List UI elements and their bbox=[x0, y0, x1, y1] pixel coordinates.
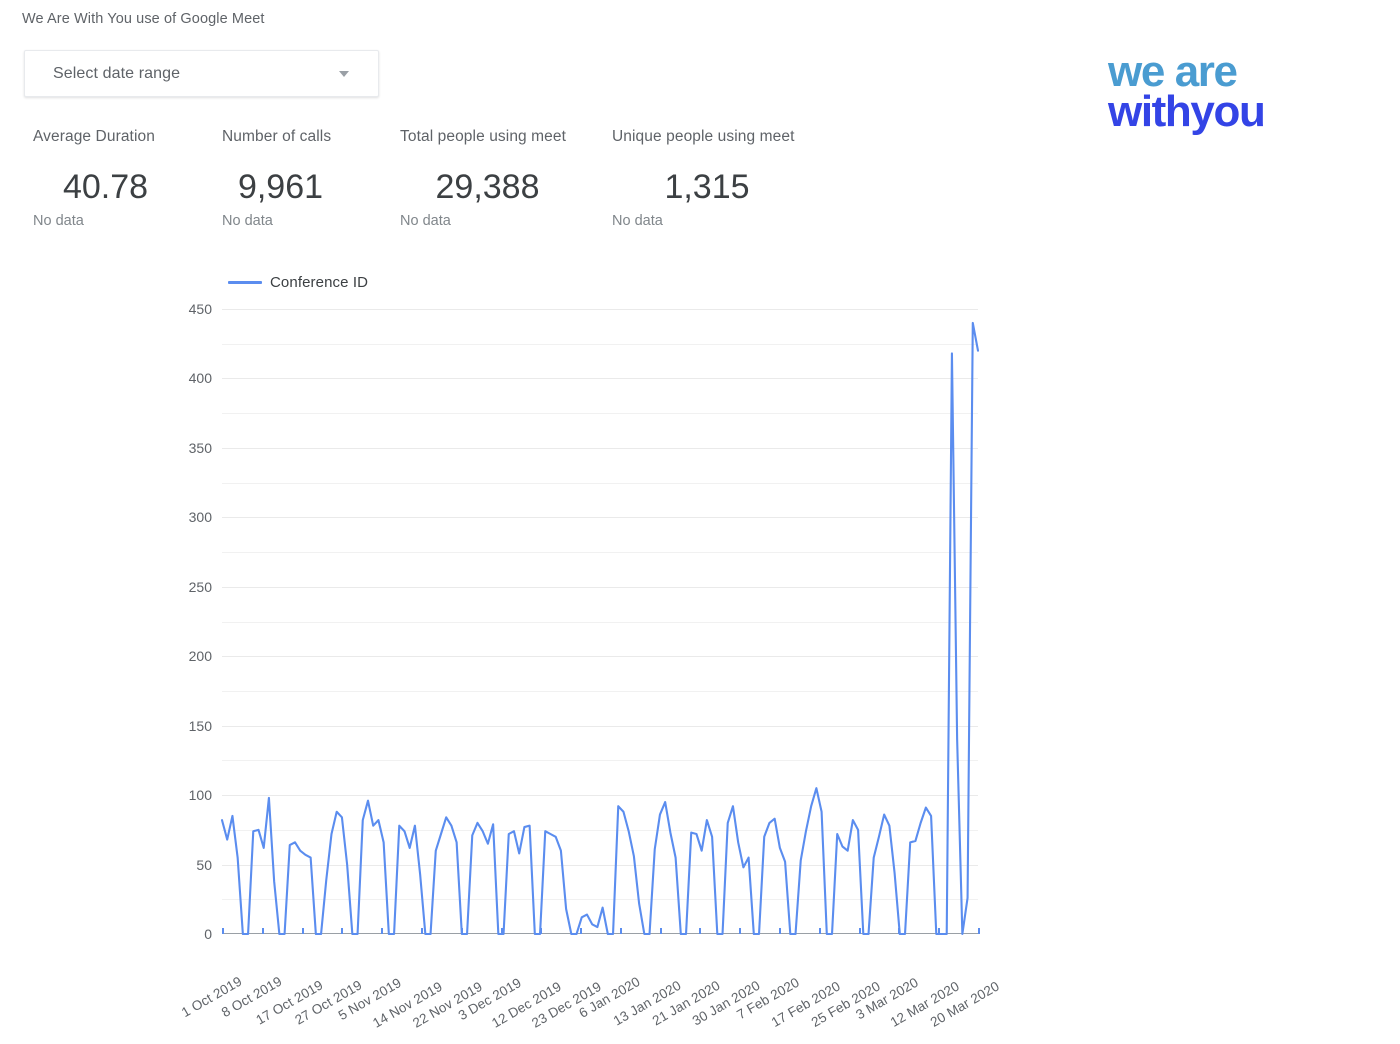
y-axis-tick-label: 200 bbox=[188, 648, 212, 665]
scorecard: Total people using meet 29,388 No data bbox=[400, 128, 575, 230]
scorecard-title: Total people using meet bbox=[400, 128, 567, 145]
logo-line-two: withyou bbox=[1108, 90, 1266, 134]
scorecard-value: 1,315 bbox=[664, 168, 750, 206]
series-line bbox=[220, 321, 980, 936]
time-series-chart: Conference ID 0 50 100 150 200 250 300 350 400 45… bbox=[0, 262, 1002, 1031]
scorecard-value: 40.78 bbox=[62, 168, 149, 206]
chart-plot-area: 0 50 100 150 200 250 300 350 400 450 bbox=[189, 301, 980, 942]
scorecard: Average Duration 40.78 No data bbox=[33, 128, 178, 230]
y-axis-tick-label: 350 bbox=[188, 439, 212, 456]
legend-swatch-conference-id bbox=[228, 281, 262, 284]
x-axis-labels: 1 Oct 2019 8 Oct 2019 17 Oct 2019 27 Oct 20… bbox=[179, 934, 1002, 1044]
y-axis-tick-label: 50 bbox=[196, 856, 212, 873]
brand-logo: we are withyou bbox=[1108, 47, 1266, 134]
y-axis-tick-label: 0 bbox=[204, 926, 212, 942]
scorecard-title: Unique people using meet bbox=[612, 128, 795, 145]
scorecard-value: 9,961 bbox=[237, 168, 324, 206]
scorecard: Number of calls 9,961 No data bbox=[222, 128, 339, 230]
scorecard-value: 29,388 bbox=[435, 168, 540, 206]
scorecard: Unique people using meet 1,315 No data bbox=[612, 128, 802, 230]
logo-with: with bbox=[1108, 87, 1192, 137]
legend-label-conference-id: Conference ID bbox=[270, 274, 369, 291]
y-axis-tick-label: 400 bbox=[188, 370, 212, 387]
scorecard-group: Average Duration 40.78 No data Number of ca… bbox=[0, 128, 1000, 233]
chart-legend[interactable]: Conference ID bbox=[228, 274, 368, 291]
scorecard-subtitle: No data bbox=[400, 213, 451, 229]
y-axis-tick-label: 100 bbox=[188, 787, 212, 804]
scorecard-subtitle: No data bbox=[612, 213, 663, 229]
x-axis-tick-mark bbox=[978, 928, 980, 934]
date-range-selector[interactable]: Select date range bbox=[24, 50, 379, 97]
y-axis-tick-label: 300 bbox=[188, 509, 212, 526]
scorecard-subtitle: No data bbox=[33, 213, 84, 229]
date-range-label: Select date range bbox=[53, 64, 181, 82]
scorecard-title: Average Duration bbox=[33, 128, 155, 145]
logo-you: you bbox=[1190, 87, 1265, 137]
chevron-down-icon bbox=[339, 70, 349, 77]
series-conference-id bbox=[220, 321, 980, 936]
y-axis-tick-label: 250 bbox=[188, 578, 212, 595]
scorecard-subtitle: No data bbox=[222, 213, 273, 229]
logo-line-one: we are bbox=[1108, 47, 1238, 96]
y-axis-tick-label: 450 bbox=[188, 301, 212, 317]
scorecard-title: Number of calls bbox=[222, 128, 332, 145]
y-axis-tick-label: 150 bbox=[188, 717, 212, 734]
page-title: We Are With You use of Google Meet bbox=[22, 11, 265, 27]
